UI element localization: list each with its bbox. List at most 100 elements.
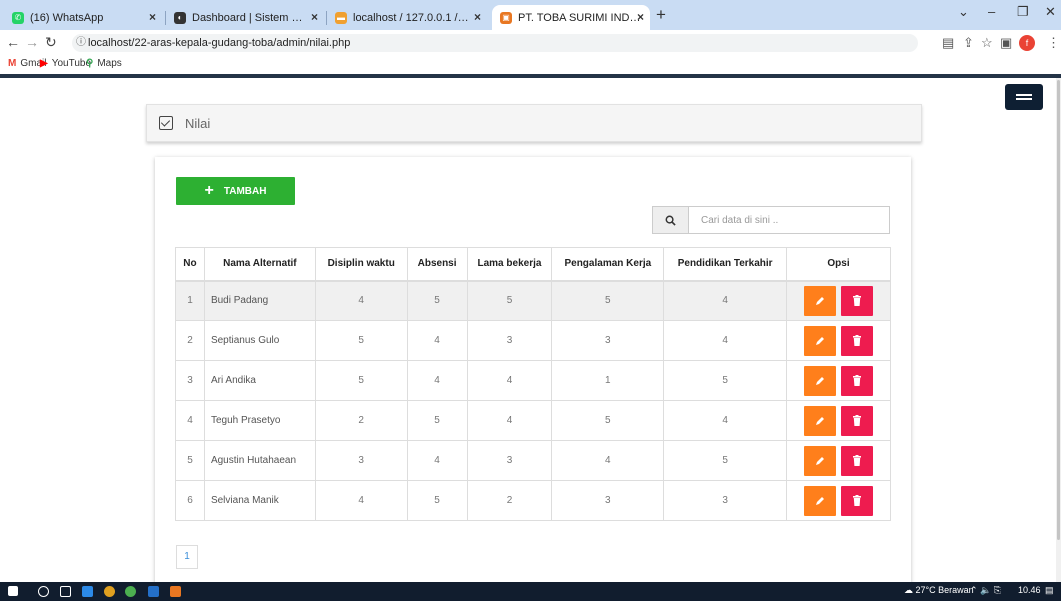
tab-title: (16) WhatsApp bbox=[30, 11, 104, 24]
edit-button[interactable] bbox=[804, 445, 837, 476]
address-bar: ← → ↻ ⓘ localhost/22-aras-kepala-gudang-… bbox=[0, 30, 1061, 55]
cell-name: Ari Andika bbox=[203, 360, 316, 401]
search-icon[interactable] bbox=[653, 207, 689, 233]
cell-disiplin: 5 bbox=[314, 320, 408, 361]
delete-button[interactable] bbox=[841, 485, 874, 516]
close-tab-icon[interactable]: × bbox=[149, 10, 156, 24]
search-icon[interactable] bbox=[38, 586, 49, 597]
bookmark-youtube[interactable]: ▶ YouTube bbox=[40, 58, 91, 69]
page-scrollbar[interactable] bbox=[1056, 78, 1061, 582]
cell-absensi: 4 bbox=[406, 320, 468, 361]
weather-text: 27°C Berawan bbox=[915, 585, 974, 595]
cell-lama: 3 bbox=[466, 320, 553, 361]
trash-icon bbox=[853, 415, 862, 426]
trash-icon bbox=[853, 335, 862, 346]
app-icon[interactable] bbox=[170, 586, 181, 597]
checklist-icon bbox=[159, 116, 173, 130]
search-input[interactable] bbox=[689, 207, 889, 233]
translate-icon[interactable]: ▤ bbox=[942, 35, 954, 51]
cell-lama: 4 bbox=[466, 360, 553, 401]
gmail-icon: M bbox=[8, 58, 17, 69]
task-view-icon[interactable] bbox=[60, 586, 71, 597]
trash-icon bbox=[853, 295, 862, 307]
tab-phpmyadmin[interactable]: ▬ localhost / 127.0.0.1 / db_aras_ko × bbox=[327, 5, 487, 30]
cell-disiplin: 4 bbox=[314, 280, 408, 321]
cell-pengalaman: 5 bbox=[551, 280, 665, 321]
youtube-icon: ▶ bbox=[40, 58, 48, 69]
cell-no: 2 bbox=[175, 320, 205, 361]
delete-button[interactable] bbox=[841, 405, 874, 436]
close-tab-icon[interactable]: × bbox=[474, 10, 481, 24]
windows-start-icon[interactable] bbox=[8, 586, 18, 596]
col-header: Lama bekerja bbox=[466, 247, 553, 282]
chrome-icon[interactable] bbox=[125, 586, 136, 597]
cell-opsi bbox=[786, 360, 891, 401]
edit-button[interactable] bbox=[804, 285, 837, 316]
tab-dashboard[interactable]: ◐ Dashboard | Sistem Monitoring T × bbox=[166, 5, 324, 30]
add-button[interactable]: + TAMBAH bbox=[176, 177, 295, 205]
tab-search-icon[interactable]: ⌄ bbox=[958, 4, 969, 20]
cell-no: 3 bbox=[175, 360, 205, 401]
tray-icons[interactable]: ⌃ 🔈 ⎘ bbox=[970, 585, 1001, 596]
browser-tab-bar: ✆ (16) WhatsApp × ◐ Dashboard | Sistem M… bbox=[0, 0, 1061, 30]
page-header: Nilai bbox=[146, 104, 922, 142]
pencil-icon bbox=[816, 496, 825, 505]
vscode-icon[interactable] bbox=[148, 586, 159, 597]
menu-toggle-button[interactable] bbox=[1005, 84, 1043, 110]
bookmark-maps[interactable]: ⚲ Maps bbox=[86, 58, 122, 69]
col-header: Nama Alternatif bbox=[203, 247, 316, 282]
page-title: Nilai bbox=[185, 115, 211, 131]
url-text: localhost/22-aras-kepala-gudang-toba/adm… bbox=[88, 37, 351, 49]
cell-disiplin: 2 bbox=[314, 400, 408, 441]
pencil-icon bbox=[816, 456, 825, 465]
cell-pendidikan: 4 bbox=[663, 280, 788, 321]
forward-icon[interactable]: → bbox=[25, 34, 39, 50]
restore-icon[interactable]: ❐ bbox=[1017, 4, 1029, 20]
col-header: Pengalaman Kerja bbox=[551, 247, 665, 282]
delete-button[interactable] bbox=[841, 325, 874, 356]
delete-button[interactable] bbox=[841, 365, 874, 396]
bookmark-star-icon[interactable]: ☆ bbox=[981, 35, 993, 51]
weather-widget[interactable]: ☁ 27°C Berawan bbox=[904, 585, 974, 596]
reload-icon[interactable]: ↻ bbox=[45, 34, 57, 51]
new-tab-icon[interactable]: + bbox=[656, 5, 666, 25]
pencil-icon bbox=[816, 336, 825, 345]
cell-disiplin: 5 bbox=[314, 360, 408, 401]
info-icon[interactable]: ⓘ bbox=[76, 34, 86, 52]
file-explorer-icon[interactable] bbox=[82, 586, 93, 597]
os-taskbar: ☁ 27°C Berawan ⌃ 🔈 ⎘ 10.46 ▤ bbox=[0, 582, 1061, 601]
edit-button[interactable] bbox=[804, 405, 837, 436]
tab-toba-surimi[interactable]: ▣ PT. TOBA SURIMI INDUSTRIES × bbox=[492, 5, 650, 30]
more-options-icon[interactable]: ⋮ bbox=[1047, 35, 1060, 51]
close-tab-icon[interactable]: × bbox=[637, 10, 644, 24]
edit-button[interactable] bbox=[804, 485, 837, 516]
clock[interactable]: 10.46 bbox=[1018, 585, 1041, 595]
cell-pendidikan: 4 bbox=[663, 320, 788, 361]
tab-whatsapp[interactable]: ✆ (16) WhatsApp × bbox=[4, 5, 162, 30]
edit-button[interactable] bbox=[804, 325, 837, 356]
edit-button[interactable] bbox=[804, 365, 837, 396]
side-panel-icon[interactable]: ▣ bbox=[1000, 35, 1012, 51]
scrollbar-thumb[interactable] bbox=[1057, 80, 1060, 540]
phpmyadmin-icon: ▬ bbox=[335, 11, 347, 24]
delete-button[interactable] bbox=[841, 445, 874, 476]
url-field[interactable]: ⓘ localhost/22-aras-kepala-gudang-toba/a… bbox=[72, 34, 918, 52]
cloud-icon: ☁ bbox=[904, 585, 913, 595]
profile-avatar[interactable]: f bbox=[1019, 35, 1035, 51]
tab-title: Dashboard | Sistem Monitoring T bbox=[192, 11, 310, 24]
cell-no: 1 bbox=[175, 280, 205, 321]
notification-icon[interactable]: ▤ bbox=[1045, 585, 1054, 596]
close-window-icon[interactable]: ✕ bbox=[1045, 4, 1056, 20]
table-row: 6 Selviana Manik 4 5 2 3 3 bbox=[175, 480, 891, 521]
delete-button[interactable] bbox=[841, 285, 874, 316]
cell-opsi bbox=[786, 480, 891, 521]
minimize-icon[interactable]: – bbox=[988, 4, 995, 19]
firefox-icon[interactable] bbox=[104, 586, 115, 597]
pagination-page-1[interactable]: 1 bbox=[176, 545, 198, 569]
cell-pendidikan: 4 bbox=[663, 400, 788, 441]
nilai-table: No Nama Alternatif Disiplin waktu Absens… bbox=[175, 247, 891, 521]
close-tab-icon[interactable]: × bbox=[311, 10, 318, 24]
cell-opsi bbox=[786, 280, 891, 321]
share-icon[interactable]: ⇪ bbox=[963, 35, 974, 51]
back-icon[interactable]: ← bbox=[6, 34, 20, 50]
